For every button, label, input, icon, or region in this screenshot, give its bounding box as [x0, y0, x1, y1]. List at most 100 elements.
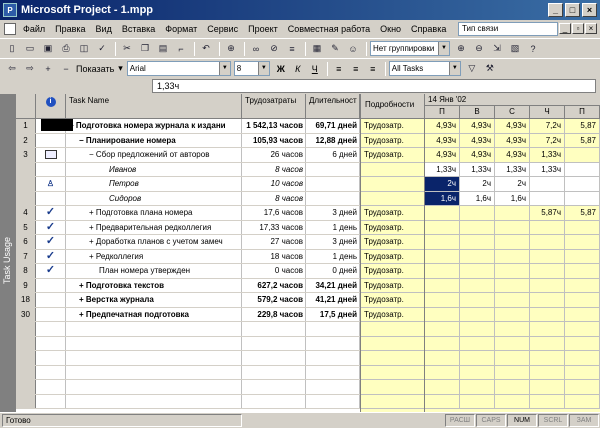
chevron-down-icon[interactable]: ▼	[218, 62, 230, 75]
timescale-cell[interactable]	[425, 351, 460, 365]
new-icon[interactable]: ▯	[4, 41, 20, 57]
table-row[interactable]: ♙ Петров 10 часов	[16, 177, 360, 192]
task-name-cell[interactable]	[66, 322, 242, 336]
timescale-cell[interactable]	[565, 336, 600, 350]
timescale-cell[interactable]	[460, 206, 495, 220]
timescale-cell[interactable]	[565, 365, 600, 379]
details-row[interactable]: Трудозатр.	[361, 134, 424, 148]
timescale-cell[interactable]: 5,87	[565, 133, 600, 147]
row-id[interactable]	[16, 380, 36, 394]
details-row[interactable]: Трудозатр.	[361, 279, 424, 293]
row-id[interactable]: 18	[16, 293, 36, 307]
timescale-cell[interactable]	[495, 220, 530, 234]
timescale-cell[interactable]: 1,33ч	[495, 162, 530, 176]
grouping-select[interactable]: Нет группировки ▼	[370, 41, 450, 56]
duration-cell[interactable]: 6 дней	[306, 148, 360, 162]
timescale-cell[interactable]	[460, 264, 495, 278]
timescale-cell[interactable]	[495, 307, 530, 321]
task-name-cell[interactable]: + Доработка планов с учетом замеч	[66, 235, 242, 249]
font-select[interactable]: Arial ▼	[126, 61, 231, 76]
duration-cell[interactable]: 17,5 дней	[306, 307, 360, 321]
table-row[interactable]: 8 ✓ План номера утвержден 0 часов 0 дней	[16, 264, 360, 279]
show-subtasks-icon[interactable]: +	[40, 61, 56, 77]
details-row[interactable]: Трудозатр.	[361, 264, 424, 279]
doc-minimize-icon[interactable]: _	[559, 23, 571, 34]
align-left-icon[interactable]: ≡	[331, 61, 347, 76]
menu-collaborate[interactable]: Совместная работа	[283, 24, 375, 34]
timescale-cell[interactable]	[425, 322, 460, 336]
timescale-cell[interactable]	[565, 249, 600, 263]
document-icon[interactable]	[4, 23, 16, 35]
duration-cell[interactable]	[306, 191, 360, 205]
work-cell[interactable]: 0 часов	[242, 264, 306, 278]
work-column-header[interactable]: Трудозатраты	[242, 94, 306, 119]
timescale-cell[interactable]: 1,33ч	[530, 148, 565, 162]
timescale-cell[interactable]: 4,93ч	[460, 133, 495, 147]
details-row[interactable]	[361, 366, 424, 380]
row-id[interactable]	[16, 394, 36, 408]
menu-file[interactable]: Файл	[18, 24, 50, 34]
view-bar[interactable]: Task Usage	[0, 94, 16, 412]
task-name-cell[interactable]: + Верстка журнала	[66, 293, 242, 307]
details-header[interactable]: Подробности	[361, 94, 424, 119]
table-row[interactable]: 7 ✓ + Редколлегия 18 часов 1 день	[16, 249, 360, 264]
timescale-cell[interactable]	[460, 351, 495, 365]
menu-format[interactable]: Формат	[160, 24, 202, 34]
timescale-cell[interactable]: 4,93ч	[460, 119, 495, 133]
timescale-cell[interactable]	[460, 278, 495, 292]
timescale-cell[interactable]	[425, 307, 460, 321]
task-name-cell[interactable]: + Редколлегия	[66, 249, 242, 263]
timescale-cell[interactable]	[460, 322, 495, 336]
help-icon[interactable]: ?	[525, 41, 541, 57]
timescale-cell[interactable]	[495, 278, 530, 292]
outdent-icon[interactable]: ⇦	[4, 61, 20, 77]
menu-window[interactable]: Окно	[375, 24, 406, 34]
duration-cell[interactable]: 12,88 дней	[306, 133, 360, 147]
print-preview-icon[interactable]: ◫	[76, 41, 92, 57]
duration-cell[interactable]: 1 день	[306, 249, 360, 263]
task-name-cell[interactable]	[66, 380, 242, 394]
timescale-cell[interactable]	[565, 394, 600, 408]
doc-restore-icon[interactable]: ▫	[572, 23, 584, 34]
timescale-cell[interactable]	[495, 351, 530, 365]
timescale-cell[interactable]: 7,2ч	[530, 119, 565, 133]
timescale-cell[interactable]	[425, 365, 460, 379]
timescale-cell[interactable]	[425, 278, 460, 292]
timescale-cell[interactable]	[565, 191, 600, 205]
details-row[interactable]	[361, 337, 424, 351]
timescale-cell[interactable]	[565, 278, 600, 292]
row-id[interactable]: 5	[16, 220, 36, 234]
timescale-cell[interactable]: 1,33ч	[460, 162, 495, 176]
menu-help[interactable]: Справка	[406, 24, 451, 34]
timescale-cell[interactable]	[495, 235, 530, 249]
row-id[interactable]	[16, 177, 36, 191]
timescale-cell[interactable]	[495, 394, 530, 408]
work-cell[interactable]	[242, 380, 306, 394]
task-name-cell[interactable]	[66, 365, 242, 379]
timescale-cell[interactable]	[565, 380, 600, 394]
timescale-cell[interactable]	[530, 380, 565, 394]
menu-insert[interactable]: Вставка	[117, 24, 160, 34]
timescale-cell[interactable]	[495, 380, 530, 394]
duration-cell[interactable]: 3 дней	[306, 235, 360, 249]
timescale-cell[interactable]	[565, 322, 600, 336]
work-cell[interactable]: 27 часов	[242, 235, 306, 249]
work-cell[interactable]	[242, 322, 306, 336]
doc-close-icon[interactable]: ×	[585, 23, 597, 34]
table-row[interactable]: Сидоров 8 часов	[16, 191, 360, 206]
details-row[interactable]	[361, 322, 424, 337]
timescale-cell[interactable]: 1,6ч	[425, 191, 460, 205]
entry-field[interactable]: 1,33ч	[152, 79, 596, 93]
details-row[interactable]: Трудозатр.	[361, 148, 424, 163]
duration-cell[interactable]: 34,21 дней	[306, 278, 360, 292]
duration-cell[interactable]: 0 дней	[306, 264, 360, 278]
row-id[interactable]: 2	[16, 133, 36, 147]
timescale-cell[interactable]: 4,93ч	[460, 148, 495, 162]
select-all-corner[interactable]	[16, 94, 36, 119]
menu-project[interactable]: Проект	[243, 24, 283, 34]
task-notes-icon[interactable]: ✎	[327, 41, 343, 57]
timescale-cell[interactable]	[565, 177, 600, 191]
timescale-cell[interactable]	[425, 249, 460, 263]
table-row[interactable]	[16, 351, 360, 366]
task-name-cell[interactable]	[66, 394, 242, 408]
